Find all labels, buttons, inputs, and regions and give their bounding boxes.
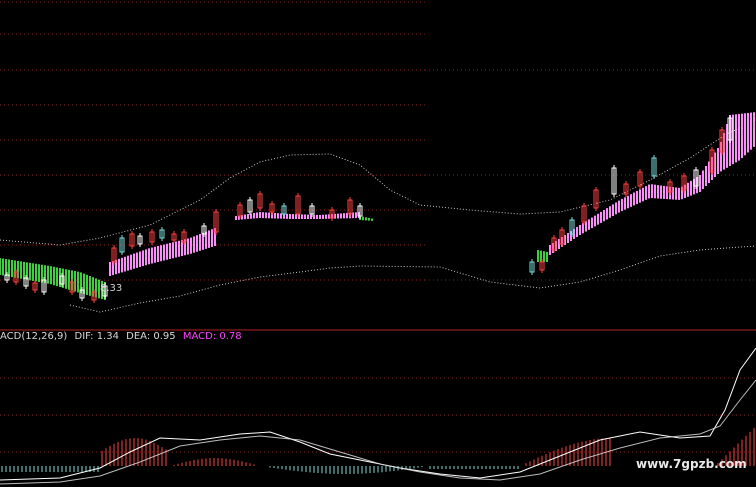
stock-chart-window: ACD(12,26,9) DIF: 1.34 DEA: 0.95 MACD: 0… bbox=[0, 0, 756, 487]
low-price-label: 8.33 bbox=[100, 283, 123, 294]
grid-lines bbox=[0, 1, 756, 453]
macd-value: MACD: 0.78 bbox=[182, 331, 242, 342]
dif-value: DIF: 1.34 bbox=[74, 331, 119, 342]
macd-indicator-header: ACD(12,26,9) DIF: 1.34 DEA: 0.95 MACD: 0… bbox=[0, 331, 242, 343]
macd-params: ACD(12,26,9) bbox=[0, 331, 68, 342]
watermark-text: www.7gpzb.com bbox=[636, 457, 747, 471]
dea-value: DEA: 0.95 bbox=[126, 331, 176, 342]
upper-envelope bbox=[0, 119, 756, 246]
stock-chart-canvas[interactable] bbox=[0, 0, 756, 487]
trend-band-stripes bbox=[0, 112, 755, 300]
